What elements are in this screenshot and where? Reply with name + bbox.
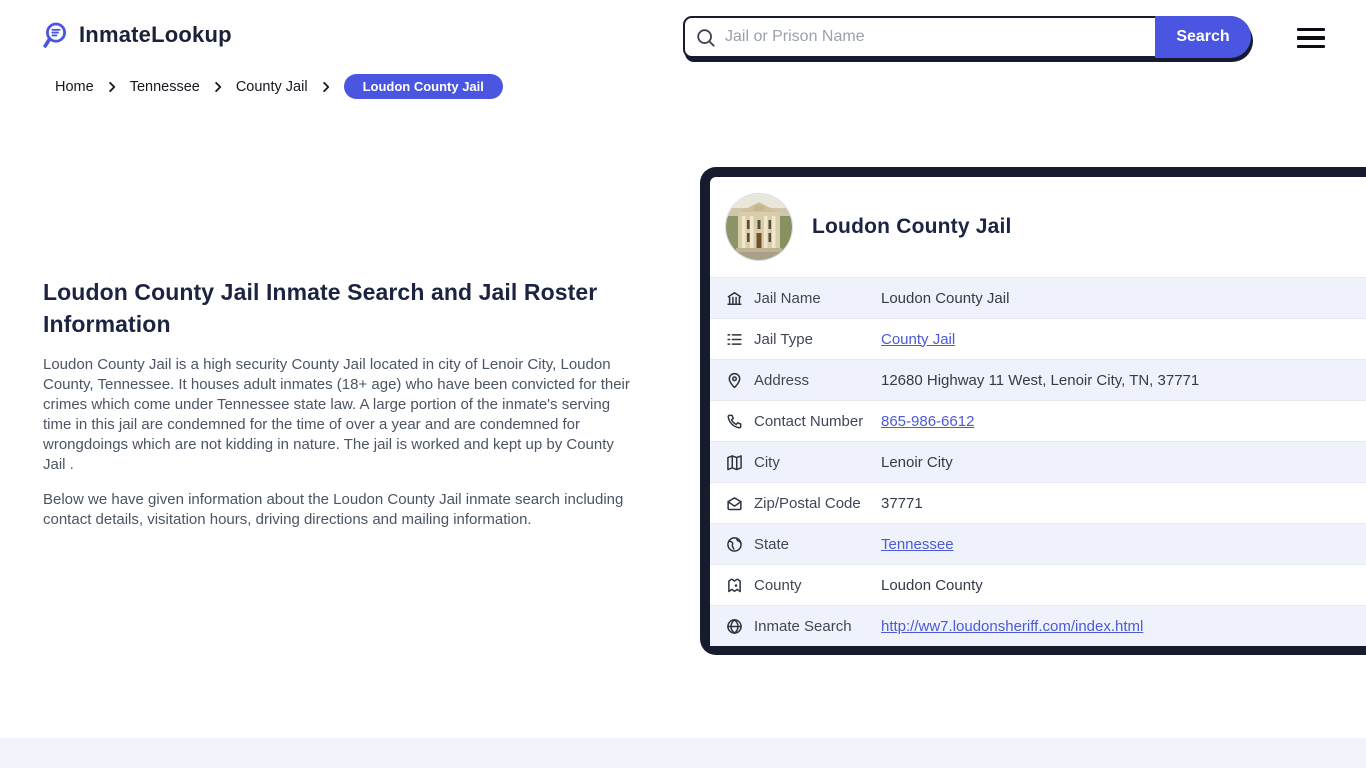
breadcrumb-item-home[interactable]: Home — [55, 79, 94, 95]
breadcrumb-current-badge: Loudon County Jail — [343, 74, 503, 99]
row-label: State — [754, 535, 790, 553]
search-button[interactable]: Search — [1155, 16, 1251, 58]
contact-number-link[interactable]: 865-986-6612 — [881, 413, 974, 430]
row-value: Lenoir City — [881, 453, 953, 471]
breadcrumb-item-county-jail[interactable]: County Jail — [236, 79, 308, 95]
row-value: Loudon County — [881, 576, 983, 594]
bank-icon — [726, 290, 743, 307]
table-row: Zip/Postal Code 37771 — [710, 482, 1366, 523]
page-title: Loudon County Jail Inmate Search and Jai… — [43, 279, 598, 337]
row-label: City — [754, 453, 780, 471]
list-icon — [726, 331, 743, 348]
jail-card-title: Loudon County Jail — [812, 215, 1012, 238]
chevron-right-icon — [320, 81, 332, 93]
breadcrumb-item-tennessee[interactable]: Tennessee — [130, 79, 200, 95]
table-row: City Lenoir City — [710, 441, 1366, 482]
row-label: Contact Number — [754, 412, 864, 430]
table-row: Jail Name Loudon County Jail — [710, 277, 1366, 318]
brand-name: InmateLookup — [79, 22, 232, 47]
inmate-search-link[interactable]: http://ww7.loudonsheriff.com/index.html — [881, 618, 1143, 635]
card-header: Loudon County Jail — [710, 177, 1366, 277]
row-label: Address — [754, 371, 810, 389]
row-label: Jail Name — [754, 289, 821, 307]
footer-band — [0, 738, 1366, 768]
summary-paragraph: Below we have given information about th… — [43, 491, 624, 528]
envelope-icon — [726, 495, 743, 512]
globe-americas-icon — [726, 536, 743, 553]
row-value: 37771 — [881, 494, 923, 512]
jail-photo — [726, 194, 792, 260]
table-row: Address 12680 Highway 11 West, Lenoir Ci… — [710, 359, 1366, 400]
map-icon — [726, 454, 743, 471]
jail-info-table: Jail Name Loudon County Jail Jail Type C… — [710, 277, 1366, 646]
phone-icon — [726, 413, 743, 430]
state-link[interactable]: Tennessee — [881, 536, 954, 553]
magnifier-logo-icon — [43, 22, 67, 48]
row-value: 865-986-6612 — [881, 413, 974, 430]
jail-type-link[interactable]: County Jail — [881, 331, 955, 348]
chevron-right-icon — [106, 81, 118, 93]
breadcrumb: Home Tennessee County Jail Loudon County Ja… — [55, 74, 503, 99]
row-value: Loudon County Jail — [881, 289, 1010, 307]
article: Loudon County Jail Inmate Search and Jai… — [43, 276, 631, 530]
row-value: http://ww7.loudonsheriff.com/index.html — [881, 618, 1143, 635]
table-row: County Loudon County — [710, 564, 1366, 605]
row-label: County — [754, 576, 802, 594]
row-label: Inmate Search — [754, 617, 852, 635]
table-row: Inmate Search http://ww7.loudonsheriff.c… — [710, 605, 1366, 646]
table-row: State Tennessee — [710, 523, 1366, 564]
jail-search-form: Search — [683, 16, 1251, 58]
row-value: Tennessee — [881, 536, 954, 553]
globe-icon — [726, 618, 743, 635]
jail-info-card: Loudon County Jail Jail Name Loudon Coun… — [700, 167, 1366, 655]
page: InmateLookup Search Home Tennessee County … — [0, 0, 1366, 768]
county-map-icon — [726, 577, 743, 594]
row-label: Zip/Postal Code — [754, 494, 861, 512]
search-icon — [697, 29, 715, 47]
map-pin-icon — [726, 372, 743, 389]
table-row: Contact Number 865-986-6612 — [710, 400, 1366, 441]
row-value: 12680 Highway 11 West, Lenoir City, TN, … — [881, 371, 1200, 389]
chevron-right-icon — [212, 81, 224, 93]
intro-paragraph: Loudon County Jail is a high security Co… — [43, 356, 630, 473]
brand-logo[interactable]: InmateLookup — [40, 20, 232, 50]
row-label: Jail Type — [754, 330, 813, 348]
row-value: County Jail — [881, 331, 955, 348]
search-input[interactable] — [725, 18, 1145, 56]
menu-icon[interactable] — [1297, 28, 1325, 48]
table-row: Jail Type County Jail — [710, 318, 1366, 359]
